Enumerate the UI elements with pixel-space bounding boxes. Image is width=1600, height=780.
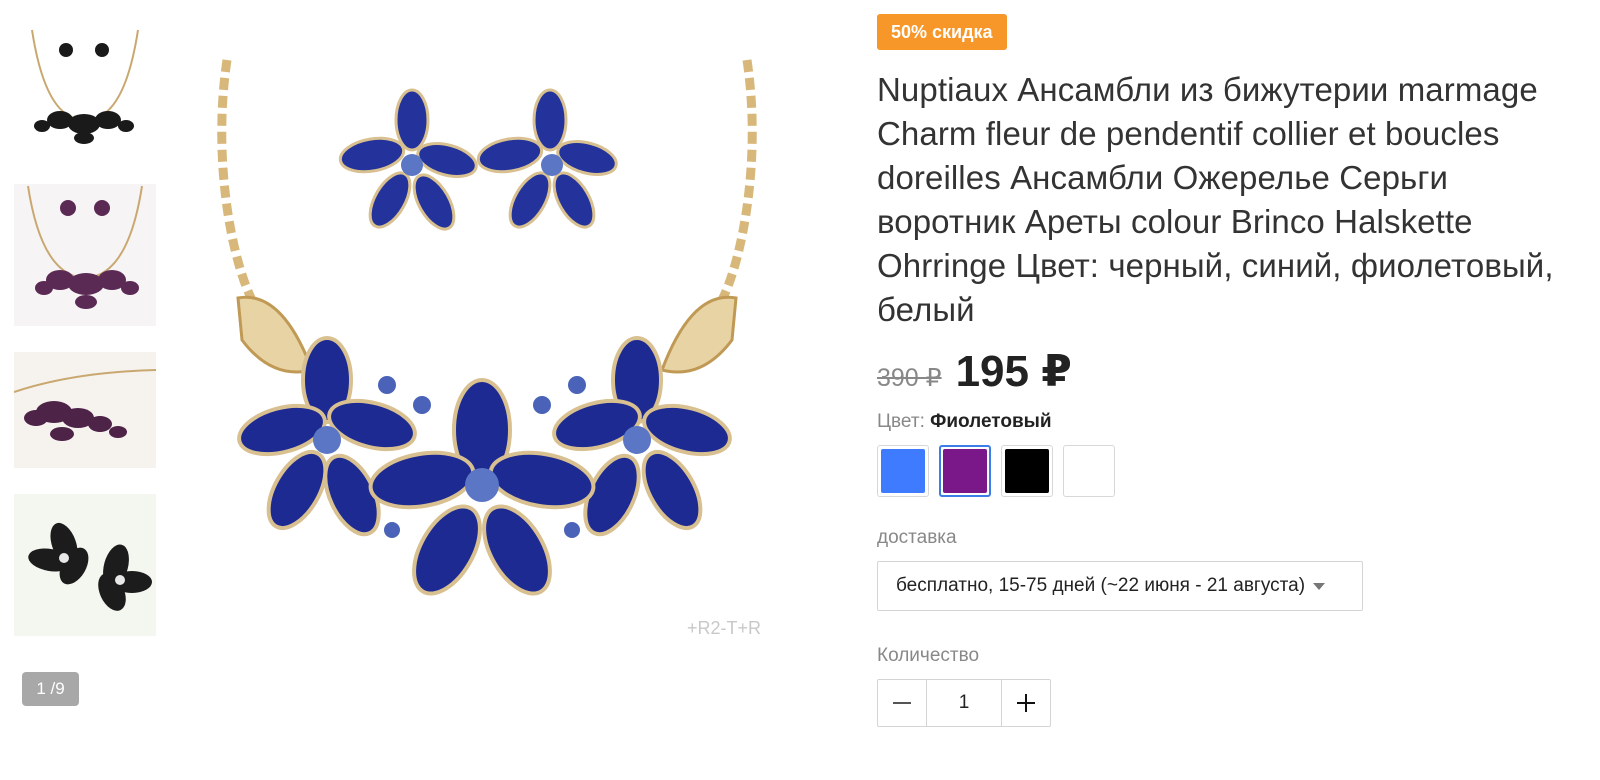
necklace-image: +R2-T+R bbox=[217, 59, 761, 638]
thumbnail-image bbox=[27, 185, 143, 309]
decrement-button[interactable] bbox=[878, 680, 926, 726]
thumbnail-black-necklace[interactable] bbox=[14, 28, 156, 154]
discount-badge: 50% скидка bbox=[877, 14, 1007, 50]
thumbnail-purple-necklace-side[interactable] bbox=[14, 352, 156, 468]
shipping-select[interactable]: бесплатно, 15-75 дней (~22 июня - 21 авг… bbox=[877, 561, 1363, 611]
swatch-fill bbox=[881, 449, 925, 493]
current-price: 195 ₽ bbox=[955, 347, 1072, 396]
thumbnail-purple-necklace[interactable] bbox=[14, 184, 156, 326]
plus-icon bbox=[1017, 694, 1035, 712]
swatch-fill bbox=[943, 449, 987, 493]
color-selection: Цвет: Фиолетовый bbox=[877, 411, 1557, 433]
swatch-blue[interactable] bbox=[877, 445, 929, 497]
swatch-fill bbox=[1067, 449, 1111, 493]
old-price: 390 ₽ bbox=[877, 364, 942, 392]
shipping-label: доставка bbox=[877, 527, 957, 548]
swatch-purple[interactable] bbox=[939, 445, 991, 497]
color-value: Фиолетовый bbox=[930, 411, 1052, 432]
product-title: Nuptiaux Ансамбли из бижутерии marmage C… bbox=[877, 71, 1554, 328]
thumbnail-image bbox=[31, 29, 139, 144]
swatch-fill bbox=[1005, 449, 1049, 493]
main-product-image[interactable]: +R2-T+R bbox=[172, 40, 802, 650]
quantity-value[interactable]: 1 bbox=[926, 680, 1002, 726]
quantity-label: Количество bbox=[877, 645, 980, 666]
swatch-white[interactable] bbox=[1063, 445, 1115, 497]
gallery-page-indicator: 1 /9 bbox=[22, 672, 79, 706]
shipping-value: бесплатно, 15-75 дней (~22 июня - 21 авг… bbox=[896, 575, 1306, 596]
product-info: 50% скидка Nuptiaux Ансамбли из бижутери… bbox=[877, 14, 1557, 727]
price-row: 390 ₽ 195 ₽ bbox=[877, 346, 1557, 397]
color-swatches bbox=[877, 445, 1557, 497]
watermark: +R2-T+R bbox=[687, 618, 761, 638]
thumbnail-image bbox=[28, 522, 152, 611]
increment-button[interactable] bbox=[1002, 680, 1050, 726]
swatch-black[interactable] bbox=[1001, 445, 1053, 497]
color-label: Цвет: bbox=[877, 411, 925, 432]
quantity-stepper: 1 bbox=[877, 679, 1051, 727]
minus-icon bbox=[893, 702, 911, 704]
chevron-down-icon bbox=[1313, 582, 1326, 590]
thumbnail-black-earrings[interactable] bbox=[14, 494, 156, 636]
thumbnail-image bbox=[14, 369, 156, 441]
